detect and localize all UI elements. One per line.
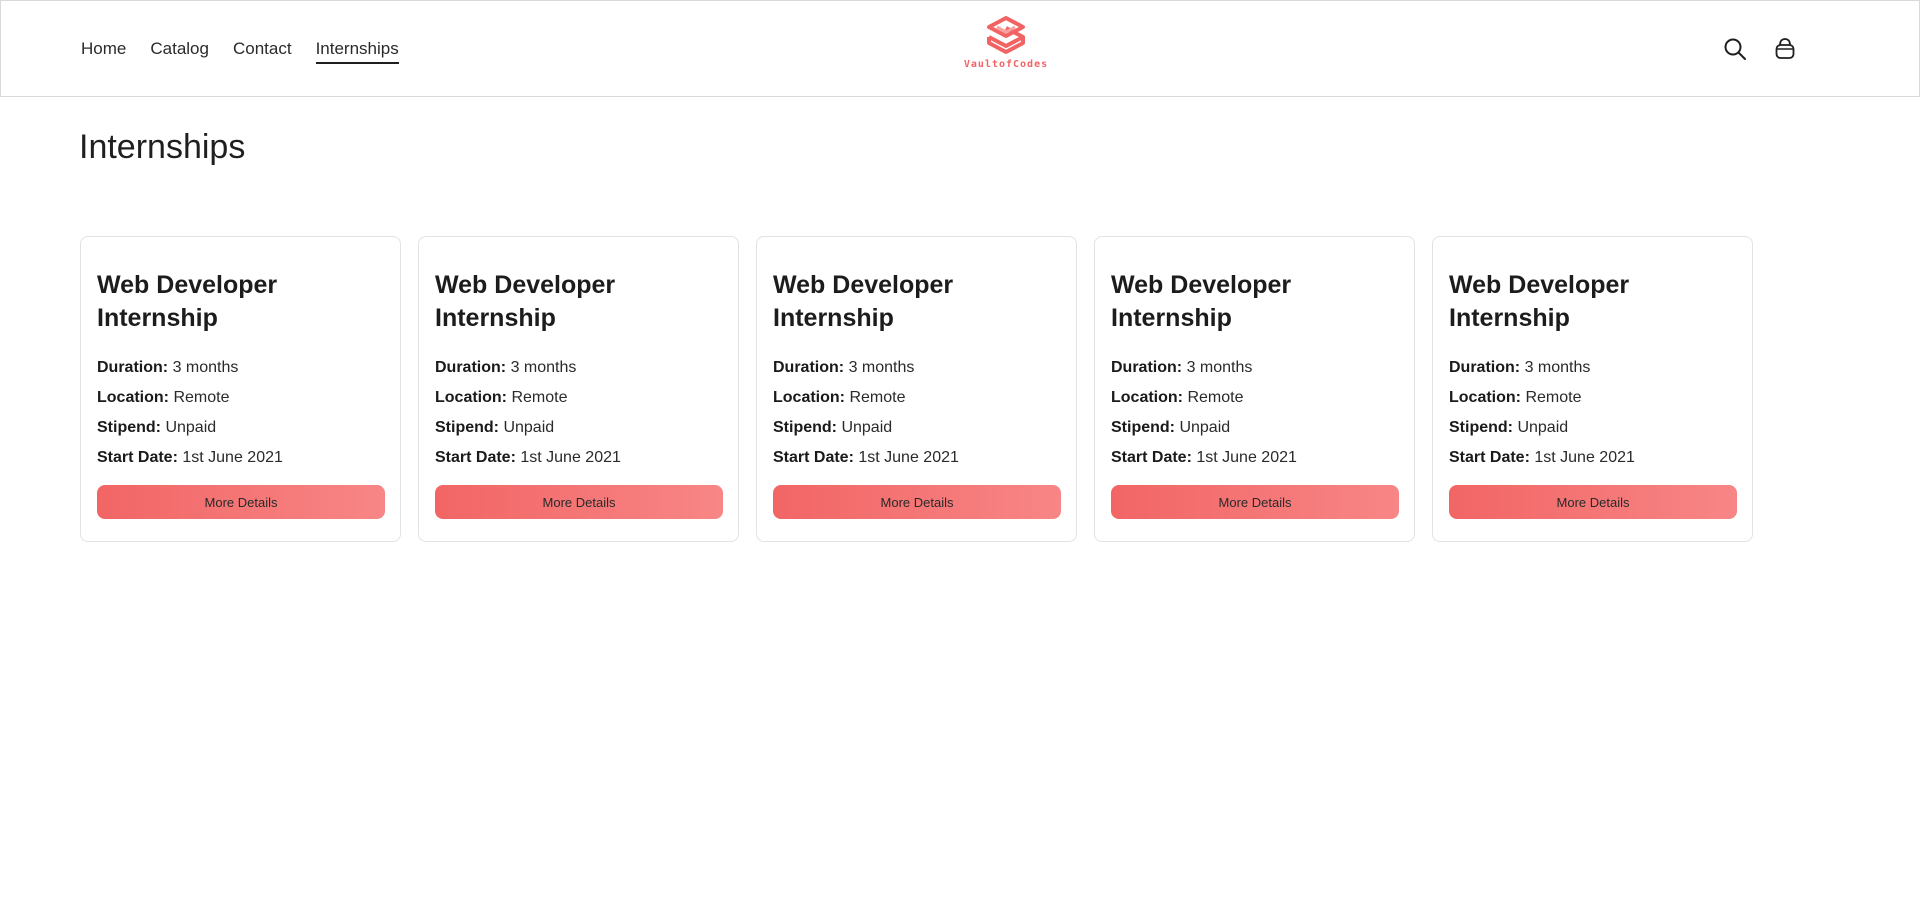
internship-card: Web Developer Internship Duration: 3 mon… bbox=[80, 236, 401, 542]
duration-row: Duration: 3 months bbox=[773, 353, 1060, 383]
stipend-value: Unpaid bbox=[1179, 419, 1231, 436]
start-date-value: 1st June 2021 bbox=[520, 449, 621, 466]
duration-value: 3 months bbox=[848, 359, 915, 376]
duration-label: Duration: bbox=[435, 359, 507, 376]
start-date-row: Start Date: 1st June 2021 bbox=[1111, 443, 1398, 473]
location-label: Location: bbox=[773, 389, 845, 406]
page-title: Internships bbox=[79, 128, 246, 166]
stipend-value: Unpaid bbox=[503, 419, 555, 436]
start-date-row: Start Date: 1st June 2021 bbox=[1449, 443, 1736, 473]
stipend-value: Unpaid bbox=[165, 419, 217, 436]
location-row: Location: Remote bbox=[1449, 383, 1736, 413]
more-details-button[interactable]: More Details bbox=[773, 485, 1061, 519]
location-value: Remote bbox=[849, 389, 906, 406]
brand-name: VaultofCodes bbox=[963, 59, 1049, 70]
internship-card: Web Developer Internship Duration: 3 mon… bbox=[756, 236, 1077, 542]
internship-card: Web Developer Internship Duration: 3 mon… bbox=[1432, 236, 1753, 542]
duration-label: Duration: bbox=[773, 359, 845, 376]
location-value: Remote bbox=[1525, 389, 1582, 406]
location-label: Location: bbox=[1111, 389, 1183, 406]
internship-card-list: Web Developer Internship Duration: 3 mon… bbox=[80, 236, 1753, 542]
stipend-label: Stipend: bbox=[435, 419, 499, 436]
location-label: Location: bbox=[435, 389, 507, 406]
start-date-row: Start Date: 1st June 2021 bbox=[97, 443, 384, 473]
start-date-label: Start Date: bbox=[773, 449, 854, 466]
stipend-row: Stipend: Unpaid bbox=[435, 413, 722, 443]
duration-row: Duration: 3 months bbox=[1449, 353, 1736, 383]
internship-card: Web Developer Internship Duration: 3 mon… bbox=[418, 236, 739, 542]
stipend-row: Stipend: Unpaid bbox=[773, 413, 1060, 443]
duration-row: Duration: 3 months bbox=[1111, 353, 1398, 383]
duration-label: Duration: bbox=[1111, 359, 1183, 376]
location-value: Remote bbox=[511, 389, 568, 406]
location-row: Location: Remote bbox=[1111, 383, 1398, 413]
start-date-value: 1st June 2021 bbox=[1534, 449, 1635, 466]
start-date-value: 1st June 2021 bbox=[1196, 449, 1297, 466]
internship-title: Web Developer Internship bbox=[97, 271, 278, 332]
start-date-row: Start Date: 1st June 2021 bbox=[435, 443, 722, 473]
stipend-row: Stipend: Unpaid bbox=[1111, 413, 1398, 443]
duration-row: Duration: 3 months bbox=[97, 353, 384, 383]
duration-value: 3 months bbox=[1524, 359, 1591, 376]
more-details-button[interactable]: More Details bbox=[1111, 485, 1399, 519]
site-header: Home Catalog Contact Internships Vaultof… bbox=[0, 0, 1920, 97]
main-nav: Home Catalog Contact Internships bbox=[81, 39, 399, 64]
internship-title: Web Developer Internship bbox=[1449, 271, 1630, 332]
location-label: Location: bbox=[97, 389, 169, 406]
duration-label: Duration: bbox=[97, 359, 169, 376]
location-label: Location: bbox=[1449, 389, 1521, 406]
start-date-label: Start Date: bbox=[1111, 449, 1192, 466]
logo-mark-icon bbox=[987, 16, 1025, 54]
nav-link-internships[interactable]: Internships bbox=[315, 39, 399, 64]
duration-row: Duration: 3 months bbox=[435, 353, 722, 383]
cart-icon[interactable] bbox=[1773, 37, 1797, 61]
duration-value: 3 months bbox=[172, 359, 239, 376]
location-value: Remote bbox=[173, 389, 230, 406]
start-date-label: Start Date: bbox=[1449, 449, 1530, 466]
location-row: Location: Remote bbox=[97, 383, 384, 413]
duration-value: 3 months bbox=[1186, 359, 1253, 376]
start-date-row: Start Date: 1st June 2021 bbox=[773, 443, 1060, 473]
stipend-label: Stipend: bbox=[97, 419, 161, 436]
header-actions bbox=[1723, 37, 1797, 61]
more-details-button[interactable]: More Details bbox=[435, 485, 723, 519]
nav-link-home[interactable]: Home bbox=[81, 39, 126, 64]
brand-logo[interactable]: VaultofCodes bbox=[961, 15, 1051, 70]
more-details-button[interactable]: More Details bbox=[1449, 485, 1737, 519]
stipend-row: Stipend: Unpaid bbox=[97, 413, 384, 443]
stipend-label: Stipend: bbox=[1111, 419, 1175, 436]
search-icon[interactable] bbox=[1723, 37, 1747, 61]
start-date-label: Start Date: bbox=[435, 449, 516, 466]
more-details-button[interactable]: More Details bbox=[97, 485, 385, 519]
start-date-value: 1st June 2021 bbox=[182, 449, 283, 466]
stipend-value: Unpaid bbox=[841, 419, 893, 436]
start-date-label: Start Date: bbox=[97, 449, 178, 466]
nav-link-catalog[interactable]: Catalog bbox=[150, 39, 209, 64]
internship-title: Web Developer Internship bbox=[1111, 271, 1292, 332]
internship-title: Web Developer Internship bbox=[773, 271, 954, 332]
stipend-value: Unpaid bbox=[1517, 419, 1569, 436]
duration-value: 3 months bbox=[510, 359, 577, 376]
stipend-label: Stipend: bbox=[1449, 419, 1513, 436]
start-date-value: 1st June 2021 bbox=[858, 449, 959, 466]
stipend-row: Stipend: Unpaid bbox=[1449, 413, 1736, 443]
location-row: Location: Remote bbox=[773, 383, 1060, 413]
internship-title: Web Developer Internship bbox=[435, 271, 616, 332]
internship-card: Web Developer Internship Duration: 3 mon… bbox=[1094, 236, 1415, 542]
nav-link-contact[interactable]: Contact bbox=[233, 39, 292, 64]
stipend-label: Stipend: bbox=[773, 419, 837, 436]
duration-label: Duration: bbox=[1449, 359, 1521, 376]
location-value: Remote bbox=[1187, 389, 1244, 406]
location-row: Location: Remote bbox=[435, 383, 722, 413]
